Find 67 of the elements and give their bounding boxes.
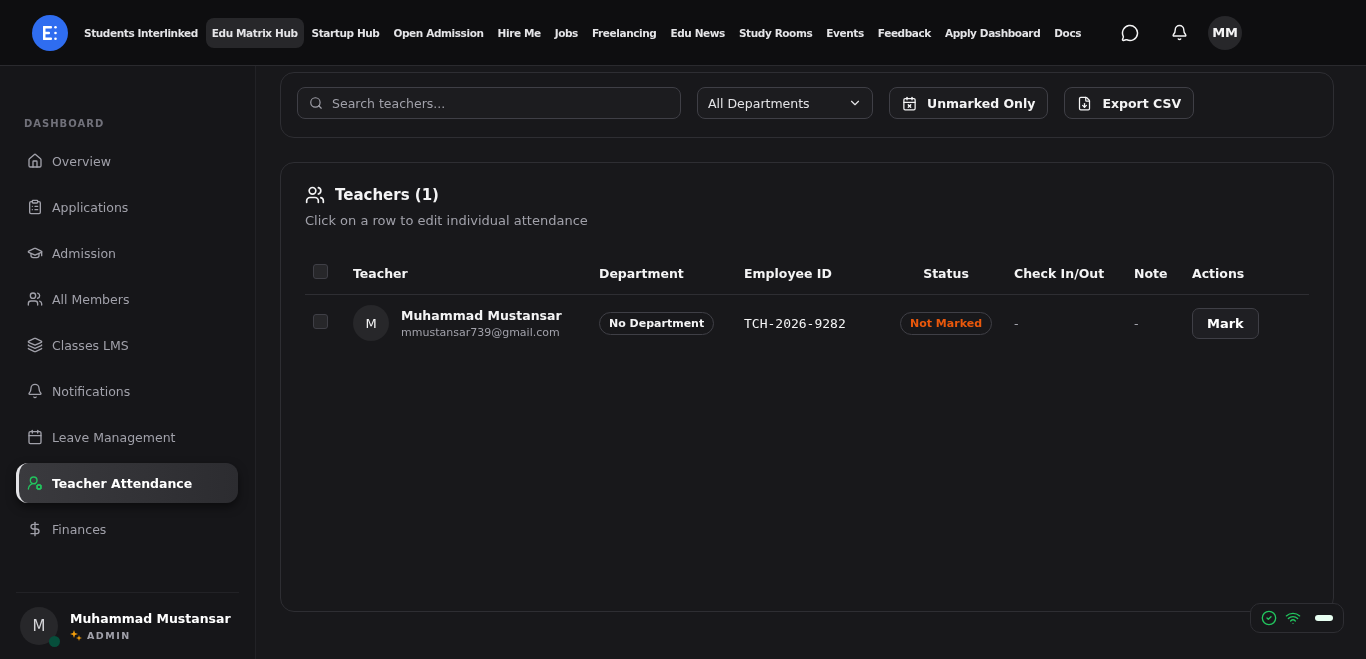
column-header: Note xyxy=(1126,254,1184,295)
sidebar-item[interactable]: Teacher Attendance xyxy=(16,463,238,503)
check-circle-icon xyxy=(1261,610,1277,626)
toggle-icon xyxy=(1315,615,1333,621)
nav-link[interactable]: Edu News xyxy=(664,17,731,48)
export-button[interactable]: Export CSV xyxy=(1064,87,1195,119)
layers-icon xyxy=(27,337,43,353)
calendar-icon xyxy=(902,95,917,111)
teacher-avatar: M xyxy=(353,305,389,341)
logo-icon[interactable] xyxy=(32,14,68,51)
teacher-email: mmustansar739@gmail.com xyxy=(401,325,561,339)
sidebar-item[interactable]: Finances xyxy=(16,509,238,549)
user-gear-icon xyxy=(27,475,43,491)
search-field[interactable]: Search teachers... xyxy=(297,87,681,119)
nav-link[interactable]: Edu Matrix Hub xyxy=(205,17,304,48)
nav-link[interactable]: Study Rooms xyxy=(732,17,819,48)
file-download-icon xyxy=(1077,95,1093,111)
graduation-cap-icon xyxy=(27,245,43,261)
section-heading: DASHBOARD xyxy=(23,118,106,131)
nav-link[interactable]: Docs xyxy=(1048,17,1088,48)
nav-link[interactable]: Jobs xyxy=(548,17,584,48)
dollar-icon xyxy=(27,521,43,537)
note: - xyxy=(1134,315,1139,331)
row-checkbox[interactable] xyxy=(313,314,328,329)
users-icon xyxy=(305,185,325,205)
nav-link[interactable]: Students Interlinked xyxy=(78,17,204,48)
home-icon xyxy=(27,153,43,169)
sidebar-item[interactable]: Classes LMS xyxy=(16,325,238,365)
search-icon xyxy=(309,96,323,110)
sparkle-icon xyxy=(70,629,82,642)
sidebar-item[interactable]: Notifications xyxy=(16,371,238,411)
users-icon xyxy=(27,291,43,307)
nav-link[interactable]: Open Admission xyxy=(387,17,490,48)
card-subtitle: Click on a row to edit individual attendance xyxy=(305,213,589,228)
nav-link[interactable]: Startup Hub xyxy=(305,17,386,48)
teacher-name: Muhammad Mustansar xyxy=(401,307,562,323)
nav-link[interactable]: Hire Me xyxy=(491,17,547,48)
user-avatar: M xyxy=(20,607,58,645)
filter-button[interactable]: Unmarked Only xyxy=(889,87,1049,119)
wifi-icon xyxy=(1285,610,1301,626)
clipboard-icon xyxy=(27,199,43,215)
mark-button[interactable]: Mark xyxy=(1192,307,1259,339)
employee-id: TCH-2026-9282 xyxy=(744,315,846,331)
select-all-checkbox[interactable] xyxy=(313,264,328,279)
nav-link[interactable]: Events xyxy=(820,17,870,48)
sidebar-item[interactable]: All Members xyxy=(16,279,238,319)
sidebar-item[interactable]: Admission xyxy=(16,233,238,273)
sidebar-item[interactable]: Applications xyxy=(16,187,238,227)
check-in-out: - xyxy=(1014,315,1019,331)
user-avatar[interactable]: MM xyxy=(1208,15,1243,50)
sidebar-item[interactable]: Leave Management xyxy=(16,417,238,457)
column-header: Employee ID xyxy=(736,254,886,295)
nav-link[interactable]: Feedback xyxy=(871,17,937,48)
column-header: Department xyxy=(591,254,736,295)
nav-link[interactable]: Freelancing xyxy=(585,17,663,48)
sidebar-item[interactable]: Overview xyxy=(16,141,238,181)
column-header: Check In/Out xyxy=(1006,254,1126,295)
calendar-icon xyxy=(27,429,43,445)
column-header: Teacher xyxy=(345,254,591,295)
column-header: Actions xyxy=(1184,254,1309,295)
column-header: Status xyxy=(886,254,1006,295)
nav-link[interactable]: Apply Dashboard xyxy=(938,17,1047,48)
user-role: ADMIN xyxy=(87,630,131,641)
department-select[interactable]: All Departments xyxy=(697,87,873,119)
bell-icon xyxy=(27,383,43,399)
user-name: Muhammad Mustansar xyxy=(70,610,231,626)
card-title: Teachers (1) xyxy=(335,186,439,204)
